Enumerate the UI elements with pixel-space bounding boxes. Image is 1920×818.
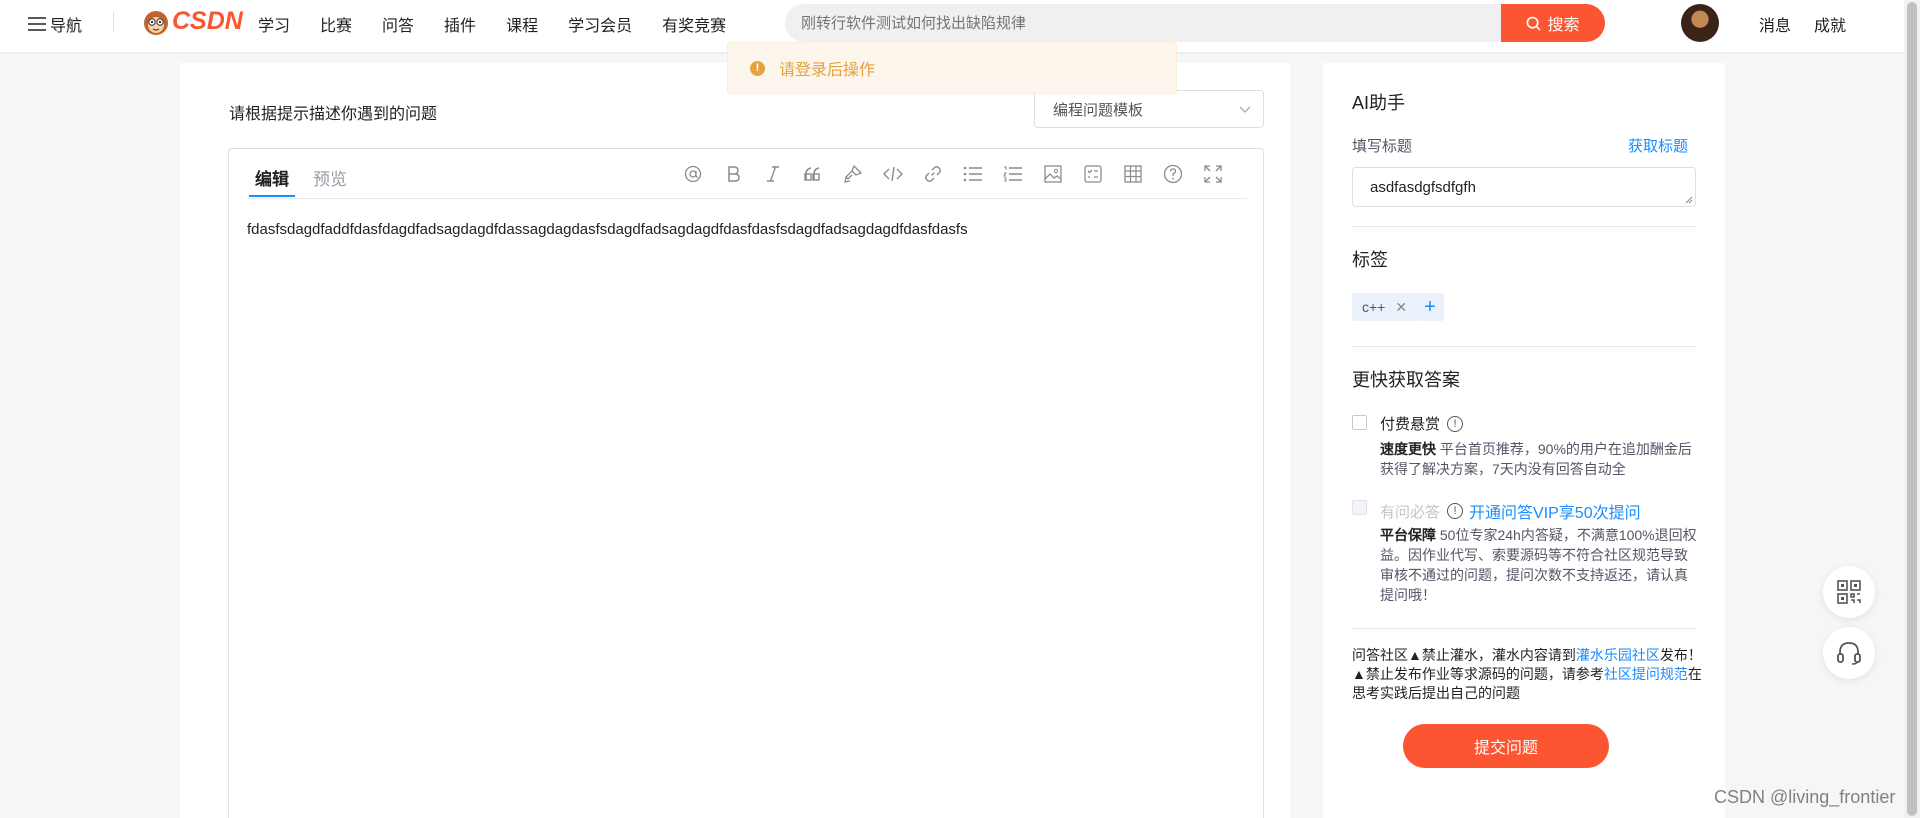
ai-assistant-sidebar: AI助手 填写标题 获取标题 asdfasdgfsdfgfh 标签 c++ ✕ … [1323,63,1725,818]
vip-link[interactable]: 开通问答VIP享50次提问 [1469,499,1641,523]
menu-item-learn[interactable]: 学习 [258,12,290,36]
close-icon[interactable]: ✕ [1395,299,1407,316]
toast-message: 请登录后操作 [779,62,876,79]
chevron-down-icon [1239,106,1251,113]
prompt-label: 请根据提示描述你遇到的问题 [229,106,438,123]
markdown-editor: 编辑 预览 fdasfsdagdfaddfdasfdagdfadsagdagdf… [228,148,1264,818]
editor-tabs: 编辑 预览 [247,149,1247,199]
get-title-link[interactable]: 获取标题 [1628,135,1688,156]
community-notice: 问答社区▲禁止灌水，灌水内容请到灌水乐园社区发布！▲禁止发布作业等求源码的问题，… [1352,646,1702,703]
editor-content[interactable]: fdasfsdagdfaddfdasfdagdfadsagdagdfdassag… [247,221,968,238]
divider [113,12,114,32]
vip-checkbox[interactable] [1352,500,1367,515]
logo-text: CSDN [172,7,243,35]
info-icon[interactable]: ! [1447,415,1464,432]
nav-menu-toggle[interactable]: 导航 [28,12,82,36]
vip-label: 有问必答 [1380,503,1441,521]
tag-chip: c++ ✕ [1352,293,1418,321]
bounty-label: 付费悬赏 [1380,416,1441,433]
divider [1352,628,1696,629]
image-icon[interactable] [1033,162,1073,186]
warning-icon: ! [750,60,765,76]
messages-link[interactable]: 消息 [1759,12,1791,36]
scrollbar[interactable] [1904,0,1920,818]
editor-toolbar [673,162,1233,186]
tab-preview[interactable]: 预览 [313,165,347,190]
info-icon[interactable]: ! [1447,503,1464,519]
table-icon[interactable] [1113,162,1153,186]
divider [1352,346,1696,347]
water-park-link[interactable]: 灌水乐园社区 [1576,647,1660,663]
template-select-value: 编程问题模板 [1053,101,1144,119]
qr-code-icon [1837,580,1861,604]
vip-description: 平台保障 50位专家24h内答疑，不满意100%退回权益。因作业代写、索要源码等… [1380,525,1698,605]
nav-label: 导航 [50,18,83,35]
headset-icon [1837,642,1861,665]
menu-item-contest[interactable]: 比赛 [320,12,352,36]
title-label: 填写标题 [1352,138,1413,155]
bold-icon[interactable] [713,162,753,186]
login-warning-toast: ! 请登录后操作 [727,42,1177,94]
bounty-desc-bold: 速度更快 [1380,441,1436,457]
tab-edit[interactable]: 编辑 [249,165,295,197]
search-input[interactable] [785,4,1505,42]
divider [1352,226,1696,227]
question-editor-panel: 请根据提示描述你遇到的问题 编程问题模板 编辑 预览 fdasfsdagdfad… [180,63,1290,818]
search-bar: 搜索 [785,4,1605,42]
link-icon[interactable] [913,162,953,186]
search-button[interactable]: 搜索 [1501,4,1605,42]
customer-service-button[interactable] [1823,627,1875,679]
achievements-link[interactable]: 成就 [1814,12,1846,36]
brush-icon[interactable] [833,162,873,186]
template-select[interactable]: 编程问题模板 [1034,90,1264,128]
title-input[interactable]: asdfasdgfsdfgfh [1352,167,1696,207]
avatar[interactable] [1681,4,1719,42]
watermark: CSDN @living_frontier [1714,787,1896,807]
mention-icon[interactable] [673,162,713,186]
bullet-list-icon[interactable] [953,162,993,186]
vip-option: 有问必答 ! 开通问答VIP享50次提问 [1380,499,1641,523]
bounty-description: 速度更快 平台首页推荐，90%的用户在追加酬金后获得了解决方案，7天内没有回答自… [1380,439,1698,479]
add-tag-button[interactable]: + [1416,293,1444,321]
italic-icon[interactable] [753,162,793,186]
code-icon[interactable] [873,162,913,186]
resize-grip-icon[interactable] [1685,196,1693,204]
menu-item-plugin[interactable]: 插件 [444,12,476,36]
tags-title: 标签 [1352,250,1388,270]
checklist-icon[interactable] [1073,162,1113,186]
scrollbar-thumb[interactable] [1907,2,1917,816]
title-input-value: asdfasdgfsdfgfh [1370,178,1476,196]
main-menu: 学习 比赛 问答 插件 课程 学习会员 有奖竞赛 [258,12,756,36]
search-button-label: 搜索 [1547,17,1580,34]
fullscreen-icon[interactable] [1193,162,1233,186]
mascot-icon [144,10,168,35]
faster-answer-title: 更快获取答案 [1352,370,1460,390]
tag-label: c++ [1362,299,1386,315]
menu-item-course[interactable]: 课程 [506,12,538,36]
notice-text-1: 问答社区▲禁止灌水，灌水内容请到 [1352,647,1576,663]
qr-code-button[interactable] [1823,566,1875,618]
rules-link[interactable]: 社区提问规范 [1604,666,1688,682]
quote-icon[interactable] [793,162,833,186]
bounty-checkbox[interactable] [1352,415,1367,430]
bounty-option: 付费悬赏 ! [1380,413,1464,434]
menu-item-prize-contest[interactable]: 有奖竞赛 [662,12,726,36]
ai-assistant-title: AI助手 [1352,93,1406,113]
menu-item-qa[interactable]: 问答 [382,12,414,36]
ordered-list-icon[interactable] [993,162,1033,186]
menu-item-membership[interactable]: 学习会员 [568,12,632,36]
csdn-logo[interactable]: CSDN [142,7,243,36]
submit-question-button[interactable]: 提交问题 [1403,724,1609,768]
vip-desc-bold: 平台保障 [1380,527,1436,543]
hamburger-icon [28,17,46,31]
help-icon[interactable] [1153,162,1193,186]
search-icon [1527,16,1542,31]
